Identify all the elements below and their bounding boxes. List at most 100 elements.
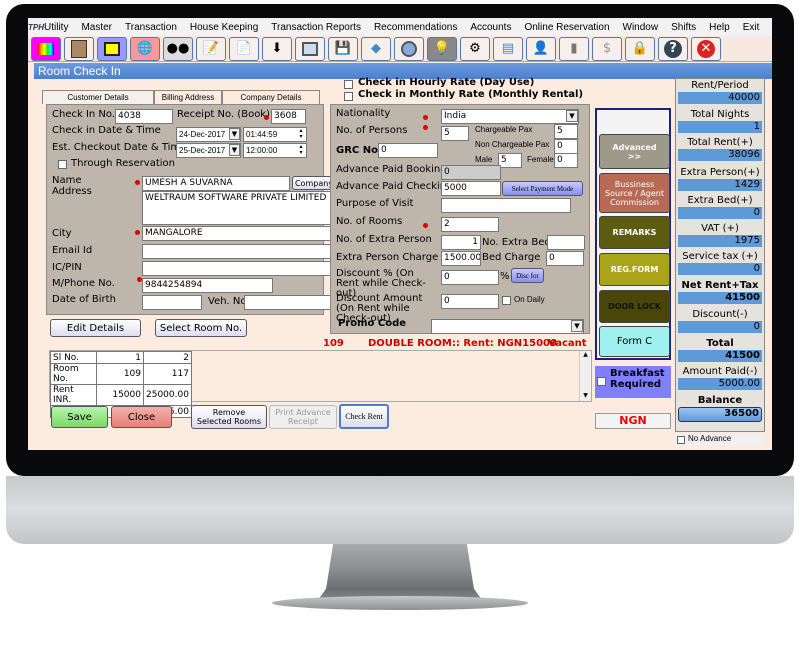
grc-field[interactable]: 0 (378, 143, 438, 158)
tab-company-details[interactable]: Company Details (222, 90, 320, 104)
business-source-button[interactable]: Bussiness Source / Agent Commission (599, 173, 670, 213)
page-icon[interactable]: ▤ (493, 36, 523, 61)
remove-selected-rooms-button[interactable]: Remove Selected Rooms (191, 405, 267, 429)
menu-utility[interactable]: Utility (44, 22, 68, 33)
chevron-down-icon[interactable]: ▼ (566, 110, 578, 122)
extra-bed-field[interactable] (547, 235, 585, 250)
grid-cell[interactable]: 109 (96, 363, 144, 385)
hourly-rate-checkbox[interactable] (344, 80, 353, 89)
on-daily-checkbox[interactable] (502, 296, 511, 305)
menu-online-reservation[interactable]: Online Reservation (524, 22, 609, 33)
grid-cell[interactable]: 2 (143, 351, 192, 364)
female-field[interactable]: 0 (554, 153, 578, 168)
chargeable-pax-field[interactable]: 5 (554, 124, 578, 139)
advanced-button[interactable]: Advanced >> (599, 134, 670, 169)
room-grid[interactable]: Sl No. 1 2 Room No. 109 117 Rent INR. 15000 2500… (49, 350, 592, 418)
chart-window-icon[interactable] (295, 36, 325, 61)
lock-icon[interactable]: 🔒 (625, 36, 655, 61)
terminal-window-icon[interactable] (97, 36, 127, 61)
door-lock-button[interactable]: DOOR LOCK (599, 290, 670, 323)
promo-code-select[interactable] (431, 319, 584, 334)
table-row[interactable]: Rent INR. 15000 25000.00 (50, 384, 192, 406)
name-field[interactable]: UMESH A SUVARNA (142, 176, 290, 191)
veh-no-field[interactable] (244, 295, 336, 310)
grid-cell[interactable]: 117 (143, 363, 192, 385)
purpose-field[interactable] (441, 198, 571, 213)
grid-cell[interactable]: 25000.00 (143, 384, 192, 406)
nationality-select[interactable]: India (441, 109, 579, 124)
no-advance-checkbox[interactable] (677, 436, 685, 444)
chevron-down-icon[interactable]: ▼ (229, 128, 240, 140)
discount-pct-field[interactable]: 0 (441, 270, 499, 285)
audio-icon[interactable]: ◆ (361, 36, 391, 61)
bed-charge-field[interactable]: 0 (546, 251, 584, 266)
summary-value[interactable]: 36500 (678, 407, 762, 422)
menu-window[interactable]: Window (623, 22, 659, 33)
menu-accounts[interactable]: Accounts (470, 22, 511, 33)
device-icon[interactable]: ▮ (559, 36, 589, 61)
download-arrow-icon[interactable]: ⬇ (262, 36, 292, 61)
network-icon[interactable] (394, 36, 424, 61)
dollar-icon[interactable]: $ (592, 36, 622, 61)
dob-field[interactable] (142, 295, 202, 310)
menu-exit[interactable]: Exit (743, 22, 760, 33)
reg-form-button[interactable]: REG.FORM (599, 253, 670, 286)
select-room-button[interactable]: Select Room No. (155, 319, 247, 337)
male-field[interactable]: 5 (498, 153, 522, 168)
adv-checkin-field[interactable]: 5000 (441, 181, 501, 196)
chevron-down-icon[interactable]: ▼ (571, 320, 583, 332)
close-icon[interactable]: ✕ (691, 36, 721, 61)
save-button[interactable]: Save (51, 406, 108, 428)
display-settings-icon[interactable] (31, 36, 61, 61)
user-photo-icon[interactable] (64, 36, 94, 61)
city-field[interactable]: MANGALORE (142, 226, 336, 241)
grid-scrollbar[interactable]: ▲ ▼ (579, 351, 591, 401)
receipt-no-field[interactable]: 3608 (271, 109, 306, 124)
tab-customer-details[interactable]: Customer Details (42, 90, 154, 104)
menu-help[interactable]: Help (709, 22, 730, 33)
document-forward-icon[interactable]: 📄 (229, 36, 259, 61)
time-spinner[interactable]: ▴ ▾ (296, 144, 306, 156)
rooms-field[interactable]: 2 (441, 217, 499, 232)
time-spinner[interactable]: ▴ ▾ (296, 128, 306, 140)
close-button[interactable]: Close (111, 406, 172, 428)
nonchargeable-pax-field[interactable]: 0 (554, 139, 578, 154)
grid-cell[interactable]: 1 (96, 351, 144, 364)
chevron-down-icon[interactable]: ▼ (229, 144, 240, 156)
user-card-icon[interactable]: 👤 (526, 36, 556, 61)
discount-amt-field[interactable]: 0 (441, 294, 499, 309)
gears-icon[interactable]: ⚙ (460, 36, 490, 61)
phone-field[interactable]: 9844254894 (142, 278, 273, 293)
menu-shifts[interactable]: Shifts (671, 22, 696, 33)
persons-field[interactable]: 5 (441, 126, 469, 141)
lightbulb-icon[interactable]: 💡 (427, 36, 457, 61)
disc-for-button[interactable]: Disc for (511, 268, 544, 283)
through-reservation-checkbox[interactable] (58, 160, 67, 169)
address-field[interactable]: WELTRAUM SOFTWARE PRIVATE LIMITED (142, 191, 336, 225)
remarks-button[interactable]: REMARKS (599, 216, 670, 249)
checkin-no-field[interactable]: 4038 (115, 109, 173, 124)
document-edit-icon[interactable]: 📝 (196, 36, 226, 61)
table-row[interactable]: Sl No. 1 2 (50, 351, 192, 364)
extra-charge-field[interactable]: 1500.00 (441, 251, 481, 266)
table-row[interactable]: Room No. 109 117 (50, 363, 192, 385)
menu-transaction-reports[interactable]: Transaction Reports (271, 22, 361, 33)
help-icon[interactable]: ? (658, 36, 688, 61)
icpin-field[interactable] (142, 261, 336, 276)
menu-transaction[interactable]: Transaction (125, 22, 177, 33)
breakfast-checkbox[interactable] (597, 377, 606, 386)
select-payment-mode-button[interactable]: Select Payment Mode (502, 181, 583, 196)
menu-house-keeping[interactable]: House Keeping (190, 22, 258, 33)
globe-flag-icon[interactable]: 🌐 (130, 36, 160, 61)
grid-cell[interactable]: 15000 (96, 384, 144, 406)
menu-recommendations[interactable]: Recommendations (374, 22, 457, 33)
email-field[interactable] (142, 244, 336, 259)
tab-billing-address[interactable]: Billing Address (154, 90, 222, 104)
check-rent-button[interactable]: Check Rent (339, 404, 389, 429)
save-document-icon[interactable]: 💾 (328, 36, 358, 61)
menu-master[interactable]: Master (81, 22, 112, 33)
form-c-button[interactable]: Form C (599, 326, 670, 357)
edit-details-button[interactable]: Edit Details (50, 319, 141, 337)
extra-person-field[interactable]: 1 (441, 235, 481, 250)
monthly-rate-checkbox[interactable] (344, 92, 353, 101)
